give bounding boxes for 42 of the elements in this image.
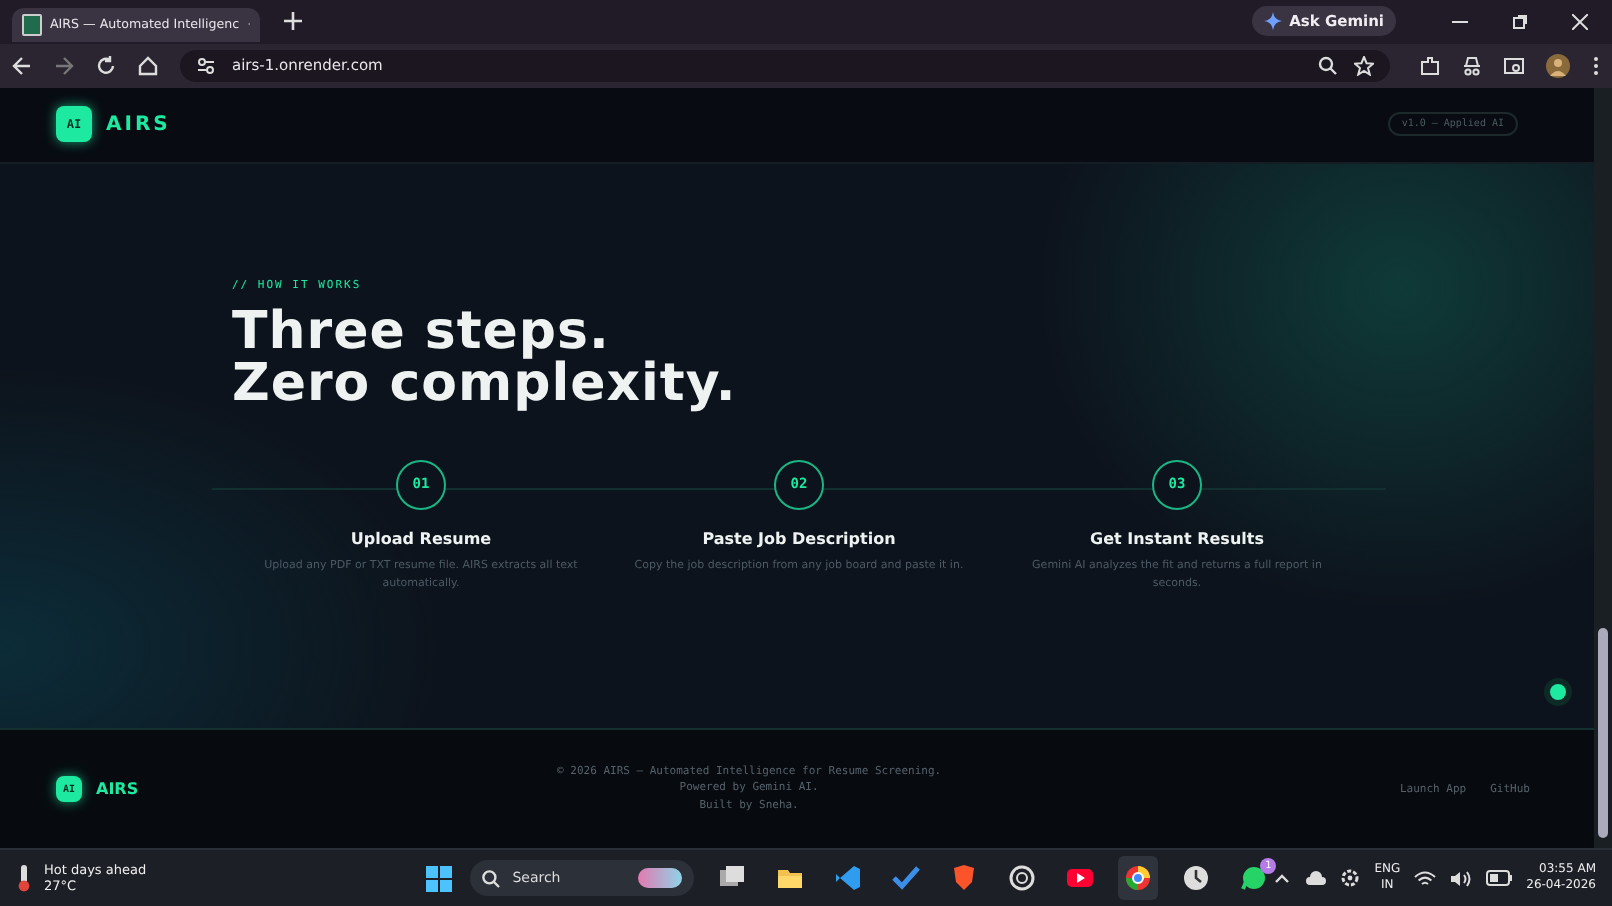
battery-icon[interactable] [1486, 870, 1513, 887]
restore-icon[interactable] [1512, 13, 1528, 30]
thermometer-icon [16, 864, 32, 893]
sparkle-icon [1263, 12, 1282, 31]
brand-name: AIRS [106, 113, 171, 136]
clock-icon[interactable] [1182, 864, 1211, 893]
status-dot [1550, 683, 1566, 700]
speaker-icon[interactable] [1450, 869, 1473, 888]
scrollbar-thumb[interactable] [1598, 627, 1608, 838]
browser-icon[interactable] [1124, 864, 1153, 893]
search-icon [482, 869, 501, 888]
gear-icon[interactable] [1340, 868, 1361, 889]
forward-icon[interactable] [54, 55, 74, 76]
checkmark-icon[interactable] [892, 864, 921, 893]
search-art-icon [638, 868, 683, 889]
play-icon[interactable] [1066, 864, 1095, 893]
cloud-icon[interactable] [1304, 870, 1327, 887]
folder-icon[interactable] [776, 864, 805, 893]
home-icon[interactable] [138, 55, 158, 76]
site-settings-icon[interactable] [196, 55, 216, 76]
tab-search-icon[interactable] [1504, 55, 1524, 76]
star-icon[interactable] [1354, 55, 1374, 76]
brand-name: AIRS [96, 780, 139, 799]
section-headline: Three steps. Zero complexity. [232, 305, 739, 410]
scrollbar[interactable] [1594, 87, 1612, 849]
step-title: Paste Job Description [702, 529, 896, 548]
chevron-up-icon[interactable] [1274, 872, 1291, 885]
reload-icon[interactable] [96, 55, 116, 76]
code-editor-icon[interactable] [834, 864, 863, 893]
back-icon[interactable] [12, 55, 32, 76]
incognito-icon[interactable] [1462, 55, 1482, 76]
wifi-icon[interactable] [1414, 869, 1437, 888]
plus-icon[interactable] [284, 12, 302, 31]
puzzle-icon[interactable] [1420, 55, 1440, 76]
menu-icon[interactable] [1592, 55, 1600, 76]
step-title: Get Instant Results [1090, 529, 1264, 548]
avatar-icon[interactable] [1546, 53, 1570, 78]
favicon-icon [22, 13, 42, 36]
start-icon[interactable] [426, 865, 453, 892]
zoom-icon[interactable] [1318, 55, 1338, 76]
chat-icon[interactable] [1240, 864, 1269, 893]
step-title: Upload Resume [350, 529, 492, 548]
